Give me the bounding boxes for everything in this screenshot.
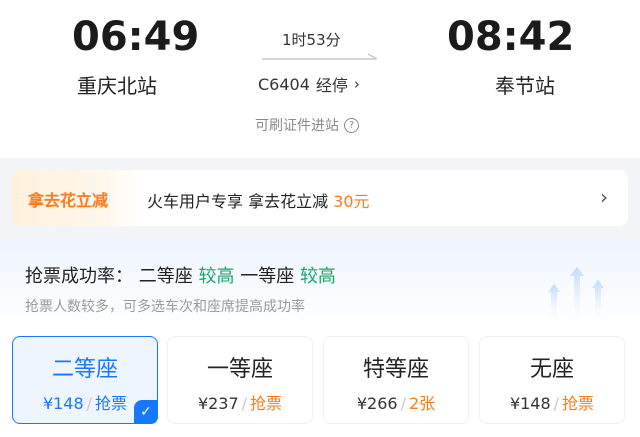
chevron-right-icon: › (600, 185, 608, 209)
trip-duration: 1时53分 (282, 31, 341, 49)
help-icon: ? (344, 117, 359, 133)
seat-price-line: ¥266/2张 (324, 390, 468, 414)
train-stops-link[interactable]: C6404 经停 › (258, 72, 360, 96)
seat-name: 特等座 (362, 357, 429, 382)
train-number: C6404 (258, 74, 310, 94)
promo-tag: 拿去花立减 (12, 170, 142, 226)
departure-time: 06:49 (72, 14, 200, 60)
stops-label: 经停 (315, 76, 348, 95)
arrival-time: 08:42 (447, 14, 575, 60)
seat-option-second-class[interactable]: 二等座 ¥148/抢票 ✓ (12, 336, 158, 424)
seat-name: 二等座 (51, 357, 118, 382)
seat-price-line: ¥237/抢票 (168, 390, 312, 414)
seat-status: 抢票 (95, 394, 128, 413)
seat-name: 无座 (529, 357, 574, 382)
seat-status: 2张 (408, 394, 436, 413)
success-rate-label: 抢票成功率： (25, 266, 133, 287)
seat-separator: / (241, 394, 248, 413)
first-class-label: 一等座 (240, 266, 295, 287)
seat-separator: / (400, 394, 406, 413)
rising-arrows-icon (548, 267, 604, 320)
promo-text: 火车用户专享 拿去花立减 30元 (147, 188, 370, 212)
seat-price: ¥266 (356, 394, 398, 413)
seat-option-first-class[interactable]: 一等座 ¥237/抢票 (167, 336, 313, 424)
route-arrow-icon (262, 53, 378, 60)
chevron-right-icon: › (353, 75, 360, 93)
departure-station: 重庆北站 (77, 74, 157, 98)
second-class-label: 二等座 (138, 266, 193, 287)
seat-separator: / (86, 394, 93, 413)
seat-status: 抢票 (250, 394, 283, 413)
promo-amount: 30元 (333, 192, 370, 211)
arrival-station: 奉节站 (495, 74, 555, 98)
seat-price-line: ¥148/抢票 (480, 390, 624, 414)
seat-name: 一等座 (206, 357, 273, 382)
promo-banner[interactable]: 拿去花立减 火车用户专享 拿去花立减 30元 › (12, 170, 628, 226)
seat-price: ¥148 (42, 394, 84, 413)
checkmark-icon: ✓ (134, 400, 158, 424)
id-entry-label: 可刷证件进站 (255, 118, 339, 134)
seat-price: ¥237 (197, 394, 239, 413)
id-entry-info[interactable]: 可刷证件进站 ? (255, 115, 359, 135)
trip-header: 06:49 重庆北站 1时53分 C6404 经停 › 08:42 奉节站 可刷… (0, 0, 640, 158)
seat-price: ¥148 (509, 394, 551, 413)
seat-status: 抢票 (562, 394, 595, 413)
seat-option-premium-class[interactable]: 特等座 ¥266/2张 (323, 336, 469, 424)
promo-tag-label: 拿去花立减 (28, 191, 109, 210)
seat-separator: / (553, 394, 560, 413)
success-rate-line: 抢票成功率： 二等座 较高 一等座 较高 (25, 262, 336, 288)
seat-option-standing[interactable]: 无座 ¥148/抢票 (479, 336, 625, 424)
first-class-rate: 较高 (299, 266, 336, 287)
promo-description: 火车用户专享 拿去花立减 (147, 192, 329, 211)
success-rate-hint: 抢票人数较多，可多选车次和座席提高成功率 (25, 299, 305, 315)
second-class-rate: 较高 (198, 266, 235, 287)
